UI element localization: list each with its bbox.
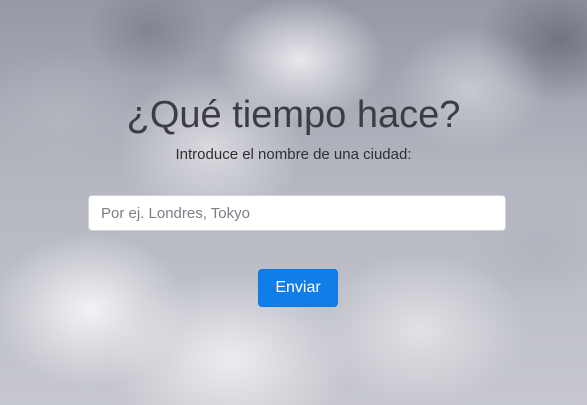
- submit-button[interactable]: Enviar: [258, 269, 338, 307]
- page-title: ¿Qué tiempo hace?: [126, 94, 461, 136]
- city-search-input[interactable]: [88, 195, 506, 231]
- weather-search-form: ¿Qué tiempo hace? Introduce el nombre de…: [0, 0, 587, 405]
- city-prompt-label: Introduce el nombre de una ciudad:: [175, 146, 412, 163]
